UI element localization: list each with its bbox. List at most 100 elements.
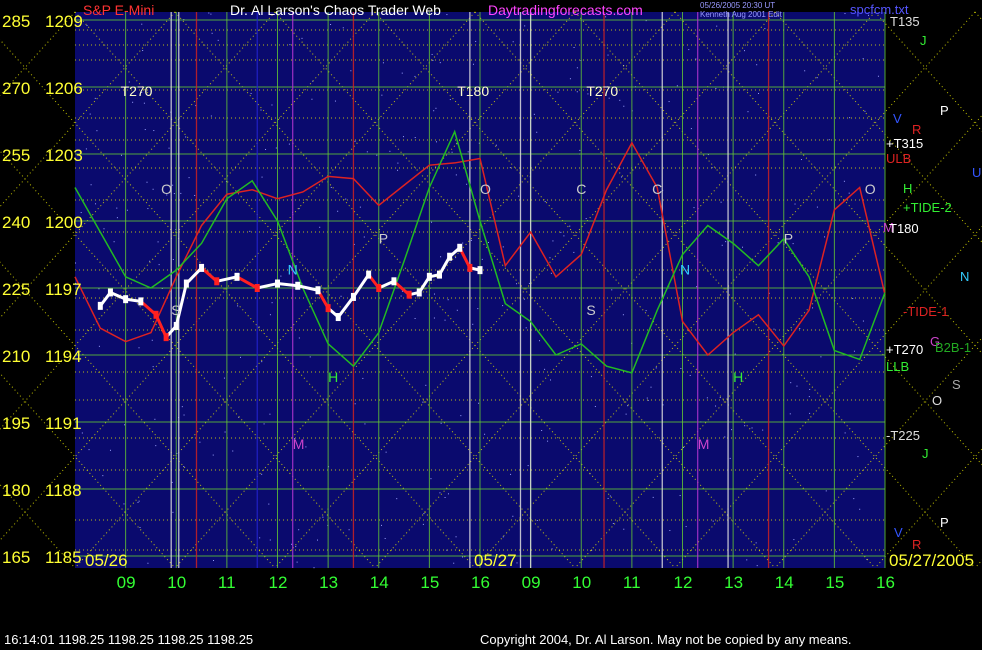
bg-dot [444, 497, 446, 499]
right-annotation: B2B-1 [935, 340, 971, 355]
y-label-price: 1203 [45, 146, 83, 165]
bg-dot [683, 447, 685, 449]
bg-dot [607, 54, 609, 56]
bg-dot [120, 154, 122, 156]
bg-dot [142, 50, 144, 52]
bg-dot [680, 368, 682, 370]
center-annotation: T270 [586, 83, 618, 99]
bg-dot [447, 493, 449, 495]
bg-dot [181, 406, 183, 408]
bg-dot [453, 562, 455, 564]
bg-dot [579, 149, 581, 151]
price-bar [366, 270, 372, 279]
bg-dot [213, 560, 215, 562]
bg-dot [725, 241, 727, 243]
bg-dot [265, 148, 267, 150]
bg-dot [756, 565, 758, 567]
y-label-outer: 180 [2, 481, 30, 500]
right-annotation: H [903, 181, 912, 196]
price-bar [335, 313, 341, 322]
bg-dot [146, 181, 148, 183]
bg-dot [804, 70, 806, 72]
right-annotation: S [952, 377, 961, 392]
center-annotation: H [733, 369, 743, 385]
price-bar [295, 281, 301, 290]
bg-dot [611, 289, 613, 291]
bg-dot [431, 53, 433, 55]
bg-dot [147, 562, 149, 564]
bg-dot [298, 529, 300, 531]
bg-dot [460, 415, 462, 417]
bg-dot [147, 208, 149, 210]
price-bar [214, 277, 220, 286]
center-annotation: C [576, 181, 586, 197]
y-label-outer: 270 [2, 79, 30, 98]
bg-dot [139, 526, 141, 528]
bg-dot [397, 169, 399, 171]
bg-dot [720, 201, 722, 203]
bg-dot [576, 67, 578, 69]
site-link[interactable]: Daytradingforecasts.com [488, 2, 643, 18]
bg-dot [185, 136, 187, 138]
bg-dot [210, 115, 212, 117]
bg-dot [305, 446, 307, 448]
right-annotation: LLB [886, 359, 909, 374]
bg-dot [744, 425, 746, 427]
bg-dot [690, 128, 692, 130]
bg-dot [539, 340, 541, 342]
bg-dot [116, 207, 118, 209]
bg-dot [676, 85, 678, 87]
bg-dot [173, 193, 175, 195]
bg-dot [502, 536, 504, 538]
center-annotation: M [698, 436, 710, 452]
timestamp-line1: 05/26/2005 20:30 UT [700, 1, 775, 10]
bg-dot [289, 44, 291, 46]
bg-dot [770, 550, 772, 552]
bg-dot [217, 39, 219, 41]
bg-dot [619, 99, 621, 101]
price-bar [315, 286, 321, 295]
bg-dot [816, 77, 818, 79]
right-annotation: N [960, 269, 969, 284]
right-annotation: O [932, 393, 942, 408]
right-annotation: V [894, 525, 903, 540]
bg-dot [549, 257, 551, 259]
right-annotation: +T270 [886, 342, 923, 357]
center-annotation: T270 [121, 83, 153, 99]
bg-dot [138, 500, 140, 502]
bg-dot [809, 388, 811, 390]
bg-dot [423, 513, 425, 515]
bg-dot [322, 516, 324, 518]
bg-dot [623, 105, 625, 107]
y-label-outer: 285 [2, 12, 30, 31]
bg-dot [518, 195, 520, 197]
bg-dot [622, 314, 624, 316]
price-bar [467, 263, 473, 272]
bg-dot [271, 104, 273, 106]
bg-dot [199, 441, 201, 443]
price-bar [107, 288, 113, 297]
bg-dot [451, 151, 453, 153]
bg-dot [402, 136, 404, 138]
bg-dot [696, 286, 698, 288]
bg-dot [157, 241, 159, 243]
bg-dot [793, 539, 795, 541]
bg-dot [544, 201, 546, 203]
bg-dot [455, 257, 457, 259]
bg-dot [799, 328, 801, 330]
bg-dot [354, 140, 356, 142]
bg-dot [848, 192, 850, 194]
bg-dot [623, 528, 625, 530]
x-tick-label: 12 [674, 573, 693, 592]
bg-dot [210, 13, 212, 15]
y-label-price: 1194 [45, 347, 82, 366]
price-bar [153, 310, 159, 319]
bg-dot [154, 418, 156, 420]
bg-dot [688, 49, 690, 51]
bg-dot [137, 501, 139, 503]
bg-dot [734, 353, 736, 355]
bg-dot [560, 231, 562, 233]
x-tick-label: 12 [269, 573, 288, 592]
bg-dot [414, 137, 416, 139]
price-bar [350, 292, 356, 301]
